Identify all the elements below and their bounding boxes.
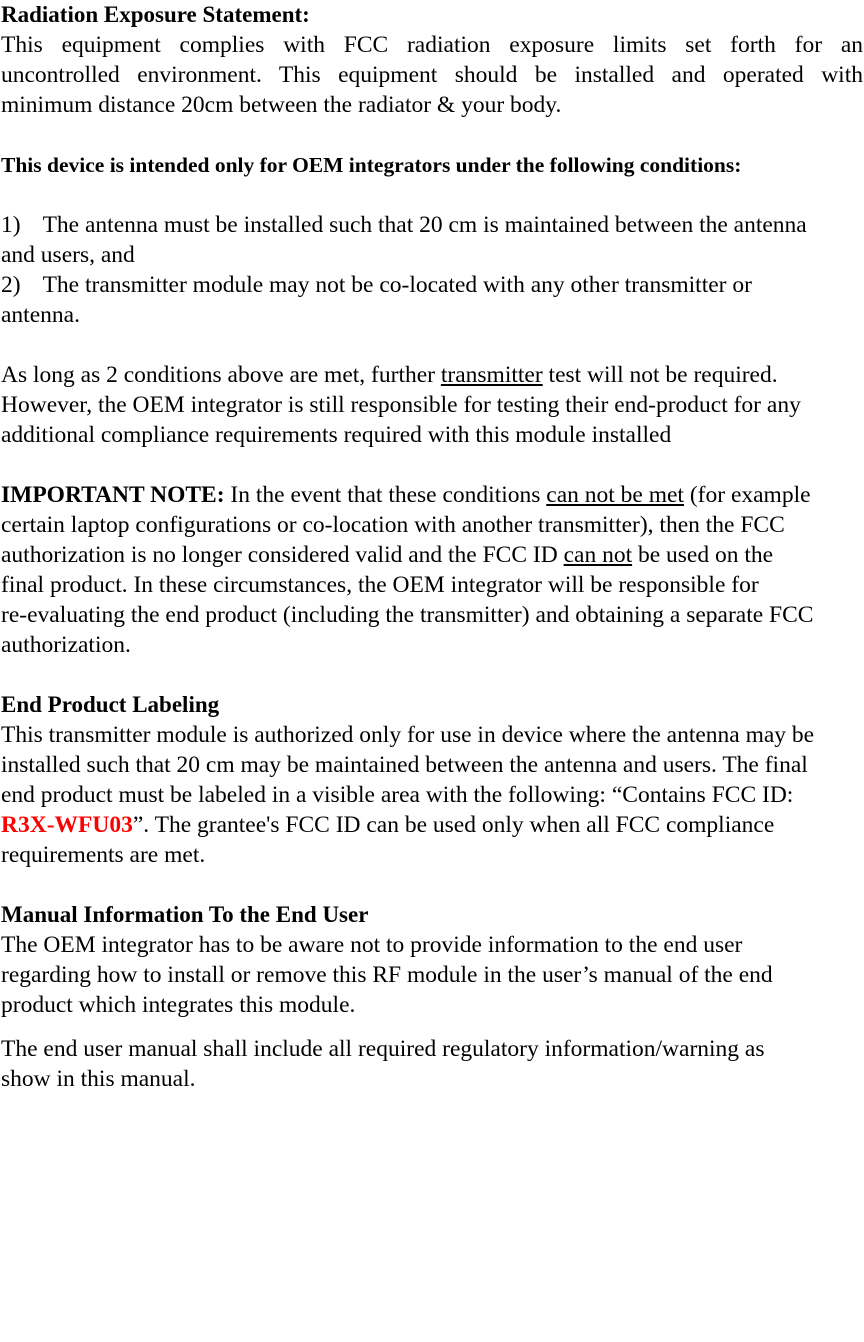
- conditions-met-text: test will not be required.: [542, 362, 778, 388]
- manual-info-line: regarding how to install or remove this …: [1, 962, 773, 988]
- section-important-note: IMPORTANT NOTE: In the event that these …: [1, 480, 863, 660]
- manual-information-heading: Manual Information To the End User: [1, 902, 369, 927]
- important-note-line: final product. In these circumstances, t…: [1, 572, 759, 598]
- manual-information-paragraph-2: The end user manual shall include all re…: [1, 1034, 863, 1094]
- radiation-exposure-heading: Radiation Exposure Statement:: [1, 2, 310, 27]
- important-note-text: be used on the: [632, 542, 774, 568]
- oem-condition-item-2: 2) The transmitter module may not be co-l…: [1, 270, 863, 330]
- condition-text: The transmitter module may not be co-loc…: [42, 272, 752, 298]
- important-note-text: (for example: [683, 482, 811, 508]
- important-note-line: authorization is no longer considered va…: [1, 540, 863, 570]
- end-product-line: requirements are met.: [1, 842, 206, 868]
- list-marker: 1): [1, 212, 21, 238]
- list-marker: 2): [1, 272, 21, 298]
- fcc-id-value: R3X-WFU03: [1, 812, 133, 838]
- conditions-met-text: As long as 2 conditions above are met, f…: [1, 362, 441, 388]
- important-note-line: IMPORTANT NOTE: In the event that these …: [1, 480, 863, 510]
- underlined-can-not: can not: [563, 542, 633, 568]
- oem-condition-item-1: 1) The antenna must be installed such tha…: [1, 210, 863, 270]
- condition-text: The antenna must be installed such that …: [42, 212, 807, 238]
- manual-info-line: The end user manual shall include all re…: [1, 1036, 765, 1062]
- document-page: Radiation Exposure Statement: This equip…: [0, 0, 864, 1342]
- body-line: minimum distance 20cm between the radiat…: [1, 92, 562, 118]
- manual-info-line: product which integrates this module.: [1, 992, 356, 1018]
- important-note-text: authorization is no longer considered va…: [1, 542, 564, 568]
- important-note-line: certain laptop configurations or co-loca…: [1, 512, 785, 538]
- condition-line: 2) The transmitter module may not be co-l…: [1, 270, 863, 300]
- end-product-line: end product must be labeled in a visible…: [1, 782, 794, 808]
- conditions-met-line: As long as 2 conditions above are met, f…: [1, 360, 863, 390]
- important-note-line: authorization.: [1, 632, 131, 658]
- end-product-line: installed such that 20 cm may be maintai…: [1, 752, 808, 778]
- body-line: This equipment complies with FCC radiati…: [1, 32, 863, 58]
- important-note-line: re-evaluating the end product (including…: [1, 602, 814, 628]
- underlined-transmitter: transmitter: [440, 362, 543, 388]
- important-note-label: IMPORTANT NOTE:: [1, 482, 225, 508]
- oem-conditions-heading: This device is intended only for OEM int…: [1, 153, 742, 177]
- body-line: uncontrolled environment. This equipment…: [1, 62, 863, 88]
- condition-line: and users, and: [1, 242, 135, 268]
- radiation-exposure-body: This equipment complies with FCC radiati…: [1, 30, 863, 120]
- condition-line: 1) The antenna must be installed such tha…: [1, 210, 863, 240]
- underlined-can-not-be-met: can not be met: [546, 482, 684, 508]
- manual-info-line: show in this manual.: [1, 1066, 196, 1092]
- section-end-product-labeling: This transmitter module is authorized on…: [1, 720, 863, 870]
- section-conditions-met: As long as 2 conditions above are met, f…: [1, 360, 863, 450]
- conditions-met-line: additional compliance requirements requi…: [1, 422, 672, 448]
- conditions-met-line: However, the OEM integrator is still res…: [1, 392, 801, 418]
- manual-info-line: The OEM integrator has to be aware not t…: [1, 932, 743, 958]
- end-product-line: R3X-WFU03”. The grantee's FCC ID can be …: [1, 810, 863, 840]
- important-note-text: In the event that these conditions: [224, 482, 547, 508]
- end-product-labeling-heading: End Product Labeling: [1, 692, 220, 717]
- condition-line: antenna.: [1, 302, 80, 328]
- section-radiation-exposure: Radiation Exposure Statement: This equip…: [1, 0, 863, 120]
- end-product-line: This transmitter module is authorized on…: [1, 722, 815, 748]
- end-product-text: ”. The grantee's FCC ID can be used only…: [132, 812, 775, 838]
- manual-information-paragraph-1: The OEM integrator has to be aware not t…: [1, 930, 863, 1020]
